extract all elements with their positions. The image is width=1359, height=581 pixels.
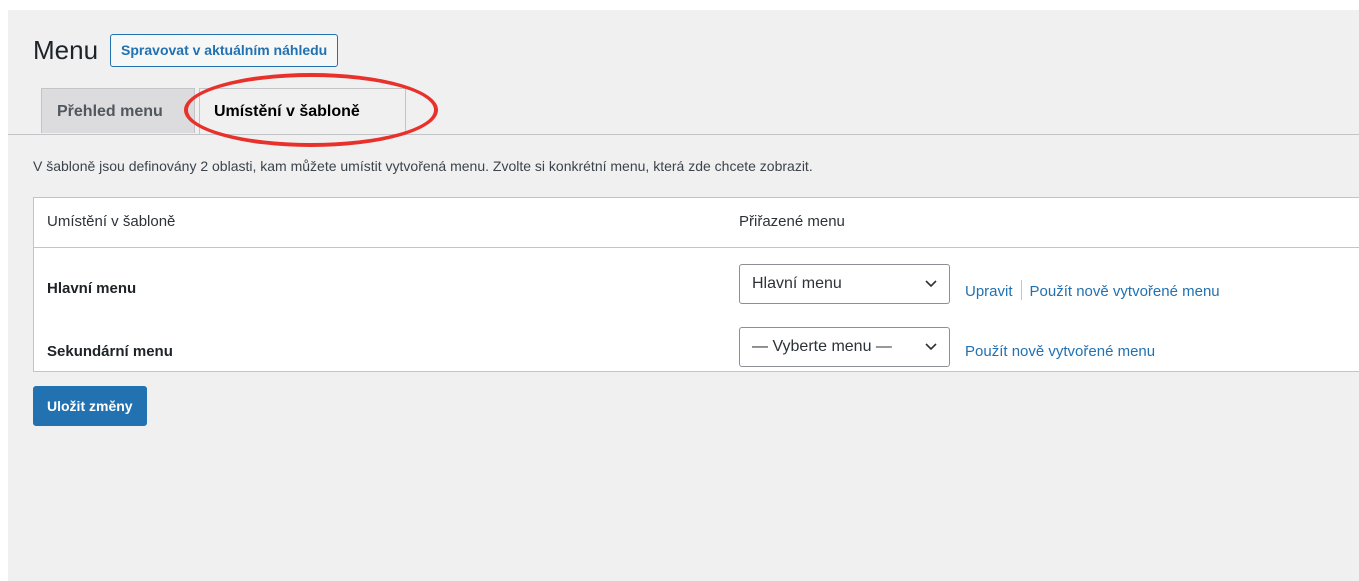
select-value: Hlavní menu xyxy=(752,275,842,292)
select-value: — Vyberte menu — xyxy=(752,338,892,355)
edit-menu-link[interactable]: Upravit xyxy=(965,283,1013,300)
nav-tabs: Přehled menu Umístění v šabloně xyxy=(8,86,1359,135)
title-row: Menu Spravovat v aktuálním náhledu xyxy=(33,32,339,68)
page-title: Menu xyxy=(33,35,99,65)
location-name: Hlavní menu xyxy=(47,280,137,297)
manage-live-preview-button[interactable]: Spravovat v aktuálním náhledu xyxy=(110,33,339,67)
menus-screen: Menu Spravovat v aktuálním náhledu Přehl… xyxy=(8,10,1359,581)
menu-locations-table: Umístění v šabloně Přiřazené menu Hlavní… xyxy=(33,197,1359,372)
use-new-menu-link[interactable]: Použít nově vytvořené menu xyxy=(1030,283,1220,300)
chevron-down-icon xyxy=(925,343,937,351)
column-header-assigned-menu: Přiřazené menu xyxy=(739,213,845,230)
location-name: Sekundární menu xyxy=(47,343,173,360)
table-row: Hlavní menu Hlavní menu Upravit Použít no… xyxy=(34,256,1359,316)
primary-menu-select[interactable]: Hlavní menu xyxy=(739,264,950,304)
use-new-menu-link[interactable]: Použít nově vytvořené menu xyxy=(965,343,1155,360)
tab-menu-locations[interactable]: Umístění v šabloně xyxy=(199,88,406,134)
table-header: Umístění v šabloně Přiřazené menu xyxy=(34,198,1359,248)
save-changes-button[interactable]: Uložit změny xyxy=(33,386,147,426)
tab-menu-overview[interactable]: Přehled menu xyxy=(41,88,195,133)
link-separator xyxy=(1020,280,1022,300)
locations-description: V šabloně jsou definovány 2 oblasti, kam… xyxy=(33,158,813,174)
column-header-location: Umístění v šabloně xyxy=(47,213,176,230)
location-actions: Upravit Použít nově vytvořené menu xyxy=(965,280,1220,300)
location-actions: Použít nově vytvořené menu xyxy=(965,343,1155,360)
table-row: Sekundární menu — Vyberte menu — Použít … xyxy=(34,319,1359,379)
secondary-menu-select[interactable]: — Vyberte menu — xyxy=(739,327,950,367)
chevron-down-icon xyxy=(925,280,937,288)
